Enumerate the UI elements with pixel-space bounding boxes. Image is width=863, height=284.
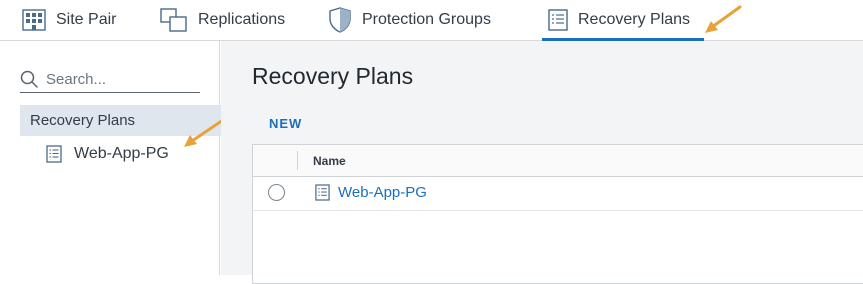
recovery-plan-icon bbox=[548, 9, 568, 31]
page-title: Recovery Plans bbox=[252, 63, 414, 89]
tab-recovery-plans[interactable]: Recovery Plans bbox=[542, 0, 704, 41]
top-tab-bar: Site Pair Replications Protection Groups… bbox=[0, 0, 863, 41]
recovery-plans-grid: Name Web-App-PG bbox=[252, 144, 863, 284]
column-header-name[interactable]: Name bbox=[313, 154, 346, 168]
tab-label: Protection Groups bbox=[362, 11, 491, 28]
replication-icon bbox=[160, 8, 187, 32]
recovery-plan-icon bbox=[46, 145, 62, 163]
tab-label: Recovery Plans bbox=[578, 11, 691, 28]
tab-label: Replications bbox=[198, 11, 286, 28]
sidebar-item-recovery-plans[interactable]: Recovery Plans bbox=[20, 105, 221, 136]
grid-header: Name bbox=[253, 145, 863, 177]
row-name-link[interactable]: Web-App-PG bbox=[315, 184, 427, 201]
sidebar: Recovery Plans Web-App-PG bbox=[0, 41, 221, 275]
shield-icon bbox=[329, 7, 351, 33]
building-icon bbox=[22, 9, 46, 31]
row-name-text: Web-App-PG bbox=[338, 184, 427, 201]
table-row[interactable]: Web-App-PG bbox=[253, 177, 863, 211]
recovery-plan-icon bbox=[315, 184, 330, 201]
tab-site-pair[interactable]: Site Pair bbox=[22, 0, 152, 40]
search-input[interactable] bbox=[46, 70, 186, 88]
sidebar-item-label: Web-App-PG bbox=[74, 145, 169, 162]
column-divider bbox=[297, 151, 298, 170]
tab-protection-groups[interactable]: Protection Groups bbox=[328, 0, 518, 40]
row-select-radio[interactable] bbox=[268, 184, 285, 201]
main-content: Recovery Plans NEW Name Web-App-PG bbox=[221, 41, 863, 284]
tab-label: Site Pair bbox=[56, 11, 117, 28]
sidebar-item-web-app-pg[interactable]: Web-App-PG bbox=[46, 141, 169, 167]
search-icon bbox=[20, 70, 38, 88]
new-button[interactable]: NEW bbox=[269, 116, 302, 131]
tab-replications[interactable]: Replications bbox=[160, 0, 300, 40]
sidebar-item-label: Recovery Plans bbox=[30, 112, 136, 129]
search-box bbox=[20, 66, 200, 93]
